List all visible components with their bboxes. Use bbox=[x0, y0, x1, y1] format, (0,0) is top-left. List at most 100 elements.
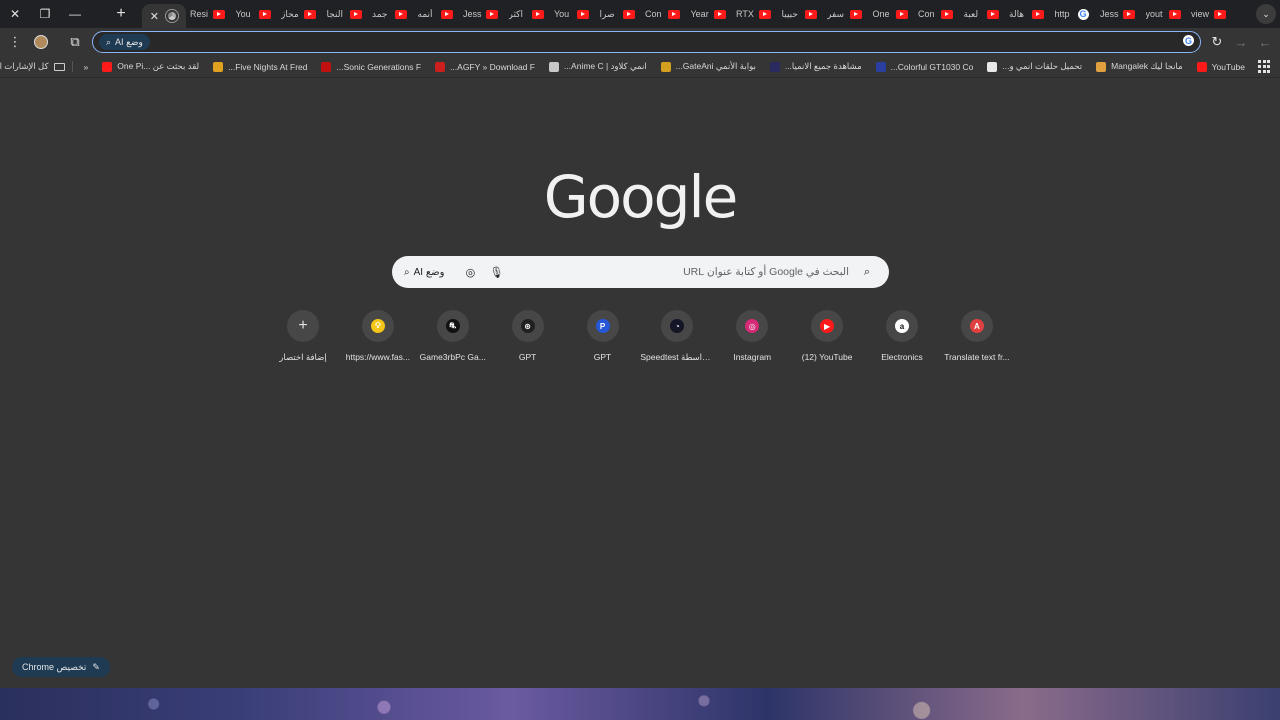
tab[interactable]: http G bbox=[1051, 0, 1097, 28]
shortcut-tile[interactable]: a Electronics bbox=[865, 310, 939, 363]
bookmark-item[interactable]: AGFY » Download F... bbox=[428, 61, 542, 72]
shortcut-tile[interactable]: + إضافة اختصار bbox=[266, 310, 340, 363]
youtube-icon bbox=[1168, 9, 1181, 19]
tab[interactable]: لعبة bbox=[960, 0, 1006, 28]
lens-icon[interactable]: ◎ bbox=[460, 262, 480, 282]
bookmark-item[interactable]: Five Nights At Fred... bbox=[206, 61, 314, 72]
back-icon[interactable]: → bbox=[1229, 30, 1253, 54]
bookmark-item[interactable]: YouTube bbox=[1190, 61, 1252, 72]
bookmark-item[interactable]: مانجا ليك Mangalek bbox=[1089, 61, 1190, 72]
customize-chrome-button[interactable]: ✎ تخصيص Chrome bbox=[12, 657, 110, 677]
shortcut-tile[interactable]: ◔ Speedtest بواسطة... bbox=[640, 310, 714, 363]
tab[interactable]: محاز bbox=[277, 0, 323, 28]
tab-title: أنمه bbox=[417, 8, 433, 19]
tab[interactable]: صرا bbox=[596, 0, 642, 28]
tab[interactable]: النجا bbox=[323, 0, 369, 28]
tab-title: Year bbox=[690, 9, 709, 19]
bookmark-item[interactable]: Sonic Generations F... bbox=[314, 61, 428, 72]
youtube-icon bbox=[759, 9, 771, 19]
shortcut-circle: A bbox=[960, 310, 993, 342]
tab[interactable]: اكثر bbox=[505, 0, 551, 28]
bookmark-favicon-icon bbox=[435, 61, 446, 72]
microphone-icon[interactable]: 🎙︎ bbox=[486, 262, 506, 282]
profile-avatar[interactable] bbox=[29, 30, 53, 54]
bookmark-item[interactable]: مشاهدة جميع الانميا... bbox=[763, 61, 869, 72]
tab[interactable]: You bbox=[232, 0, 278, 28]
youtube-icon: ▶ bbox=[820, 319, 835, 333]
youtube-icon bbox=[1123, 9, 1135, 19]
ai-mode-label: وضع AI bbox=[413, 266, 445, 278]
tab-title: One bbox=[872, 9, 890, 19]
search-placeholder: البحث في Google أو كتابة عنوان URL bbox=[683, 266, 849, 278]
bookmark-item[interactable]: بوابة الأنمي GateAni... bbox=[654, 61, 763, 72]
shortcut-tile[interactable]: 💡︎ https://www.fas... bbox=[341, 310, 415, 363]
new-tab-button[interactable]: + bbox=[110, 3, 132, 25]
all-bookmarks-button[interactable]: كل الإشارات المرجعية bbox=[0, 61, 73, 72]
tab-strip: ✕ ❐ — + ✕ Resi You محاز النجا جمد أنمه Jess اكث… bbox=[0, 0, 1280, 28]
tab[interactable]: RTX bbox=[732, 0, 778, 28]
youtube-icon bbox=[440, 9, 453, 19]
search-box[interactable]: وضع AI ⌕ ◎ 🎙︎ البحث في Google أو كتابة ع… bbox=[392, 256, 889, 288]
apps-grid-icon[interactable] bbox=[1258, 59, 1270, 74]
shortcut-tile[interactable]: ⛐ Game3rbPc Ga... bbox=[416, 310, 490, 363]
youtube-icon bbox=[895, 9, 908, 19]
bookmark-item[interactable]: لقد بحثت عن ...One Pi bbox=[95, 61, 206, 72]
tab[interactable]: Jess bbox=[459, 0, 505, 28]
tab-title: اكثر bbox=[508, 8, 523, 19]
menu-icon[interactable]: ⋮ bbox=[3, 30, 27, 54]
shortcut-tile[interactable]: ⊛ GPT bbox=[491, 310, 565, 363]
pencil-icon: ✎ bbox=[92, 661, 100, 672]
tab[interactable]: Con bbox=[914, 0, 960, 28]
tab[interactable]: You bbox=[550, 0, 596, 28]
extensions-icon[interactable]: ⧉ bbox=[63, 30, 87, 54]
shortcut-label: Speedtest بواسطة... bbox=[640, 352, 714, 362]
google-icon[interactable]: G bbox=[1183, 35, 1194, 46]
bookmark-label: تحميل حلقات انمي و... bbox=[1002, 61, 1083, 71]
bookmark-label: مانجا ليك Mangalek bbox=[1111, 61, 1183, 71]
tab[interactable]: جمد bbox=[368, 0, 414, 28]
sparkle-search-icon: ⌕ bbox=[404, 266, 410, 278]
shortcut-tile[interactable]: A Translate text fr... bbox=[940, 310, 1014, 363]
active-tab[interactable]: ✕ bbox=[142, 4, 186, 28]
tab-title: صرا bbox=[599, 8, 615, 19]
tab[interactable]: yout bbox=[1142, 0, 1188, 28]
shortcut-tile[interactable]: ◎ Instagram bbox=[715, 310, 789, 363]
close-window-button[interactable]: ✕ bbox=[0, 0, 30, 28]
shortcut-tile[interactable]: ▶ (12) YouTube bbox=[790, 310, 864, 363]
tab[interactable]: view bbox=[1187, 0, 1233, 28]
ai-mode-chip[interactable]: وضع AI ⌕ bbox=[99, 34, 150, 50]
bookmark-label: لقد بحثت عن ...One Pi bbox=[117, 61, 200, 71]
tab-search-button[interactable]: ⌄ bbox=[1256, 4, 1276, 24]
tab[interactable]: One bbox=[869, 0, 915, 28]
tab[interactable]: هالة bbox=[1005, 0, 1051, 28]
tab[interactable]: سفر bbox=[823, 0, 869, 28]
youtube-icon bbox=[395, 9, 407, 19]
restore-window-button[interactable]: ❐ bbox=[30, 0, 60, 28]
address-bar[interactable]: وضع AI ⌕ G bbox=[92, 31, 1201, 53]
tab-title: سفر bbox=[827, 8, 845, 19]
tab[interactable]: Jess bbox=[1096, 0, 1142, 28]
more-bookmarks-button[interactable]: « bbox=[77, 62, 96, 72]
google-logo: Google bbox=[543, 163, 739, 231]
tab[interactable]: Con bbox=[641, 0, 687, 28]
close-tab-icon[interactable]: ✕ bbox=[150, 10, 159, 23]
shortcut-label: Electronics bbox=[881, 352, 923, 362]
tab[interactable]: حبيبا bbox=[778, 0, 824, 28]
tab[interactable]: Resi bbox=[186, 0, 232, 28]
reload-icon[interactable]: ↻ bbox=[1205, 30, 1229, 54]
bookmark-item[interactable]: Colorful GT1030 Co... bbox=[869, 61, 981, 72]
bookmark-favicon-icon bbox=[1096, 61, 1107, 72]
shortcut-tile[interactable]: P GPT bbox=[566, 310, 640, 363]
minimize-window-button[interactable]: — bbox=[60, 0, 90, 28]
tab-title: Con bbox=[918, 9, 935, 19]
bookmark-item[interactable]: انمي كلاود | Anime C... bbox=[542, 61, 654, 72]
all-bookmarks-label: كل الإشارات المرجعية bbox=[0, 61, 49, 71]
bookmark-item[interactable]: تحميل حلقات انمي و... bbox=[980, 61, 1089, 72]
tab[interactable]: Year bbox=[687, 0, 733, 28]
shortcut-label: Instagram bbox=[733, 352, 772, 362]
forward-icon[interactable]: ← bbox=[1253, 30, 1277, 54]
ai-mode-button[interactable]: وضع AI ⌕ bbox=[404, 267, 444, 278]
shortcut-circle: + bbox=[287, 310, 319, 342]
shortcut-circle: ◎ bbox=[736, 310, 769, 342]
tab[interactable]: أنمه bbox=[414, 0, 460, 28]
